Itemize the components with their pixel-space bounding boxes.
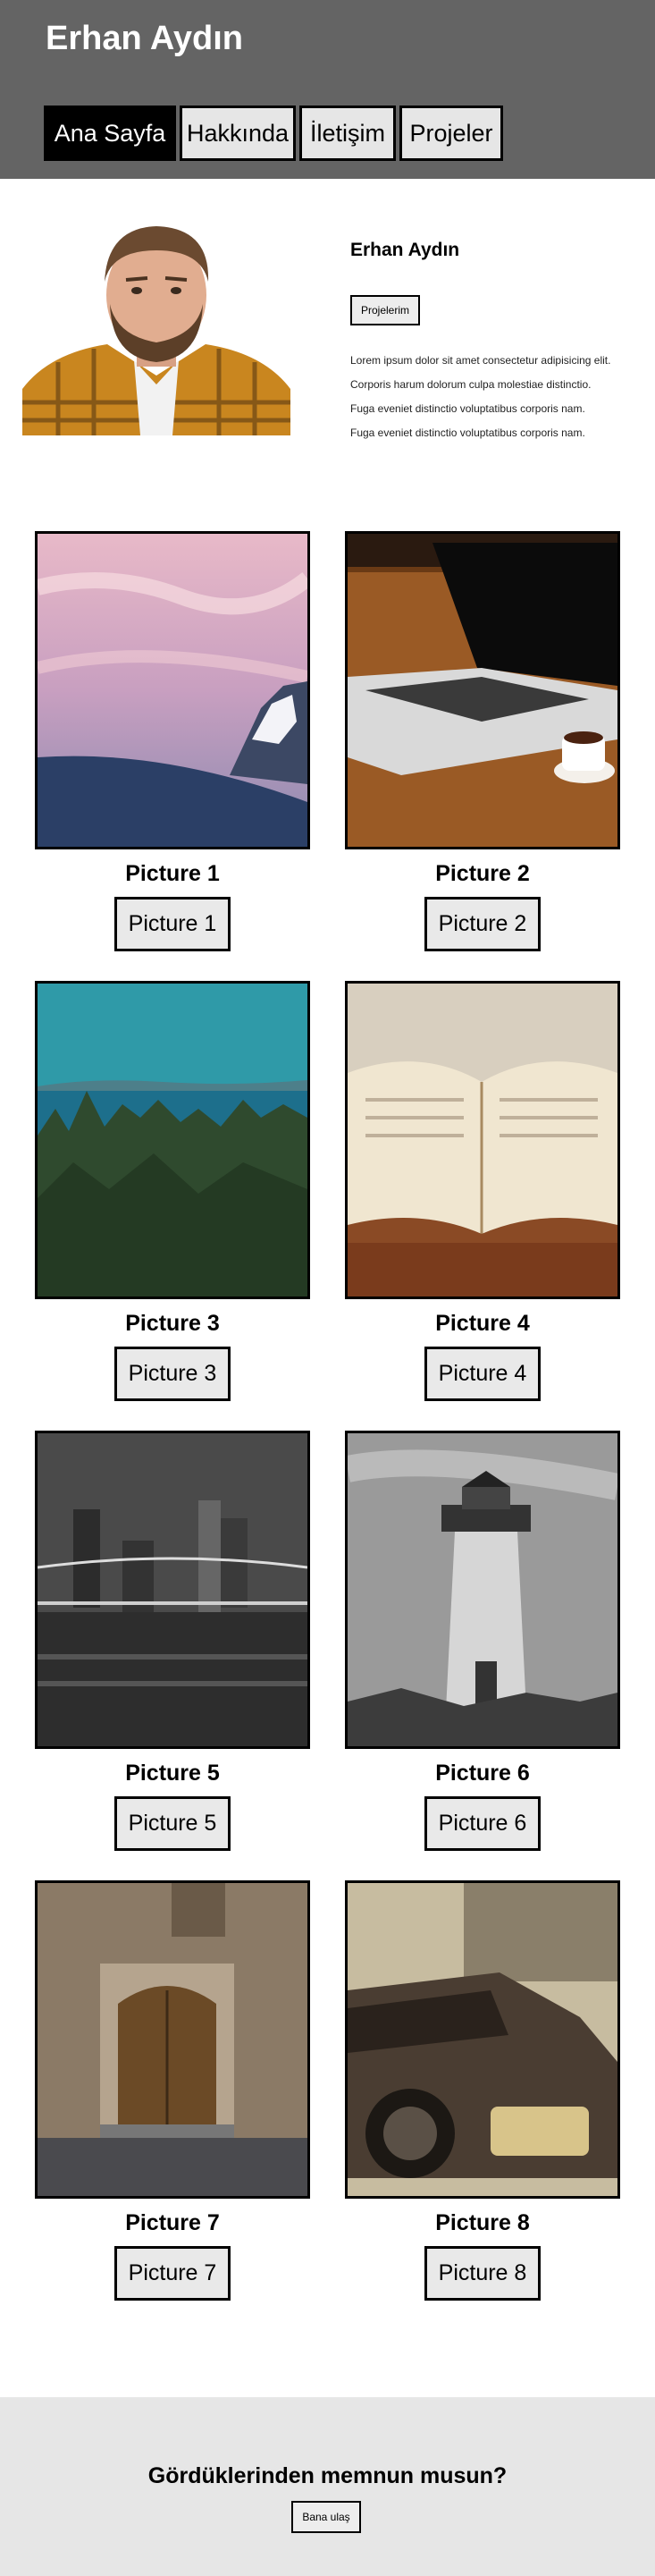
- gallery-card: Picture 6 Picture 6: [345, 1431, 620, 1851]
- gallery-card: Picture 3 Picture 3: [35, 981, 310, 1401]
- picture-button[interactable]: Picture 4: [424, 1347, 541, 1401]
- city-bridge-night-photo: [35, 1431, 310, 1749]
- gallery-card: Picture 7 Picture 7: [35, 1880, 310, 2301]
- picture-button[interactable]: Picture 6: [424, 1796, 541, 1851]
- site-title: Erhan Aydın: [46, 20, 243, 57]
- snowy-mountain-photo: [35, 531, 310, 849]
- profile-text-line: Fuga eveniet distinctio voluptatibus cor…: [350, 427, 585, 439]
- laptop-coffee-photo: [345, 531, 620, 849]
- nav-contact[interactable]: İletişim: [299, 106, 396, 161]
- footer-question: Gördüklerinden memnun musun?: [147, 2463, 508, 2488]
- gallery-card: Picture 1 Picture 1: [35, 531, 310, 951]
- site-footer: Gördüklerinden memnun musun? Bana ulaş: [0, 2397, 655, 2576]
- site-header: Erhan Aydın Ana Sayfa Hakkında İletişim …: [0, 0, 655, 179]
- gallery-card: Picture 2 Picture 2: [345, 531, 620, 951]
- picture-button[interactable]: Picture 2: [424, 897, 541, 951]
- profile-text-line: Fuga eveniet distinctio voluptatibus cor…: [350, 402, 585, 415]
- main-nav: Ana Sayfa Hakkında İletişim Projeler: [44, 106, 503, 161]
- profile-text: Lorem ipsum dolor sit amet consectetur a…: [350, 349, 610, 445]
- profile-name: Erhan Aydın: [350, 240, 460, 260]
- picture-title: Picture 1: [125, 861, 220, 886]
- old-wooden-door-photo: [35, 1880, 310, 2199]
- vintage-car-photo: [345, 1880, 620, 2199]
- picture-button[interactable]: Picture 7: [114, 2246, 231, 2301]
- picture-button[interactable]: Picture 8: [424, 2246, 541, 2301]
- picture-title: Picture 6: [435, 1761, 530, 1786]
- forest-lake-photo: [35, 981, 310, 1299]
- gallery-card: Picture 8 Picture 8: [345, 1880, 620, 2301]
- nav-home[interactable]: Ana Sayfa: [44, 106, 176, 161]
- picture-button[interactable]: Picture 5: [114, 1796, 231, 1851]
- picture-title: Picture 5: [125, 1761, 220, 1786]
- gallery-card: Picture 4 Picture 4: [345, 981, 620, 1401]
- nav-about[interactable]: Hakkında: [180, 106, 296, 161]
- profile-photo: [22, 210, 290, 435]
- my-projects-button[interactable]: Projelerim: [350, 295, 420, 325]
- contact-me-button[interactable]: Bana ulaş: [291, 2501, 361, 2533]
- profile-text-line: Lorem ipsum dolor sit amet consectetur a…: [350, 354, 611, 367]
- picture-title: Picture 8: [435, 2210, 530, 2235]
- picture-title: Picture 2: [435, 861, 530, 886]
- picture-title: Picture 3: [125, 1311, 220, 1336]
- profile-text-line: Corporis harum dolorum culpa molestiae d…: [350, 378, 592, 391]
- lighthouse-photo: [345, 1431, 620, 1749]
- nav-projects[interactable]: Projeler: [399, 106, 503, 161]
- picture-title: Picture 7: [125, 2210, 220, 2235]
- gallery-card: Picture 5 Picture 5: [35, 1431, 310, 1851]
- open-book-photo: [345, 981, 620, 1299]
- picture-title: Picture 4: [435, 1311, 530, 1336]
- picture-button[interactable]: Picture 1: [114, 897, 231, 951]
- picture-button[interactable]: Picture 3: [114, 1347, 231, 1401]
